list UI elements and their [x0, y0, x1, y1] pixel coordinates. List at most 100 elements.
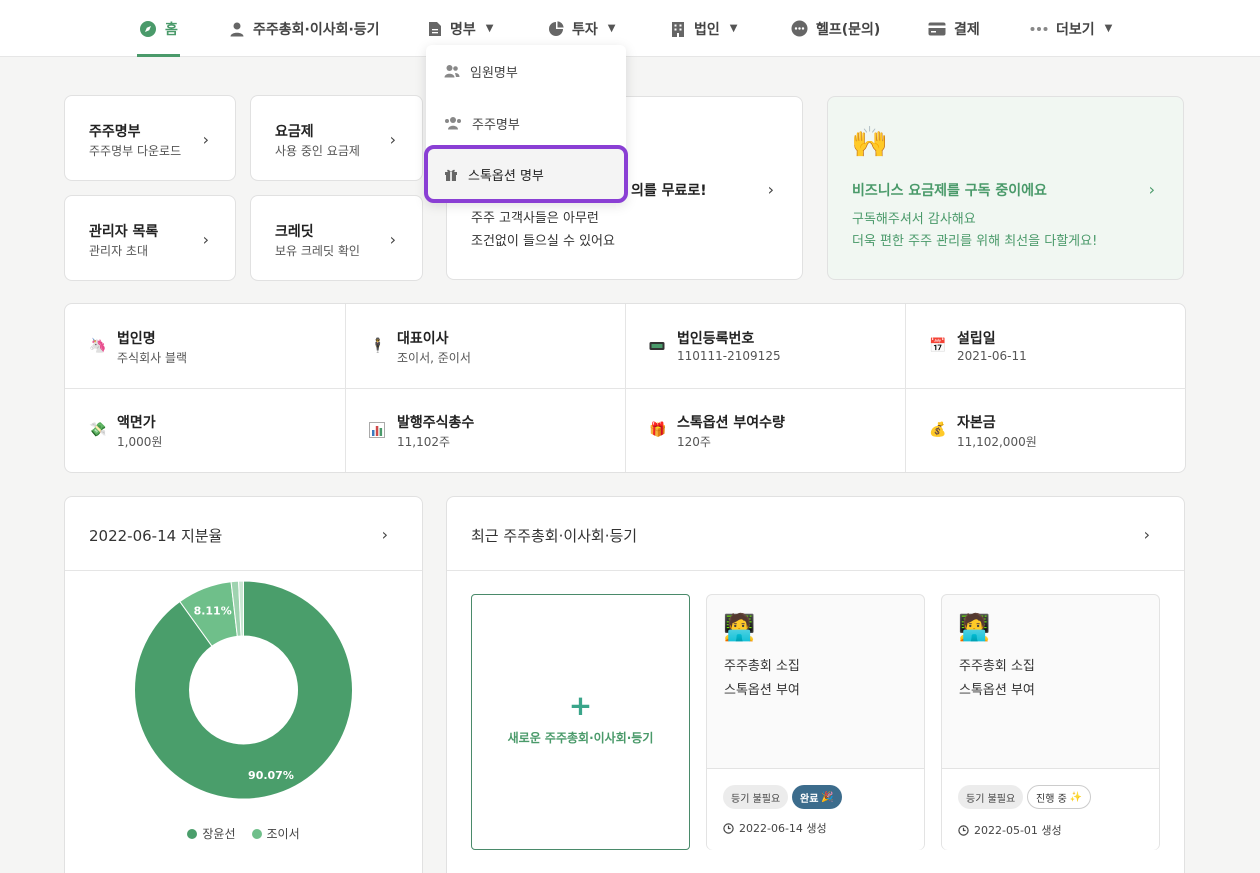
sparkles-icon: ✨ [1069, 791, 1083, 803]
info-company-name: 🦄 법인명 주식회사 블랙 [65, 304, 345, 388]
chat-icon [791, 20, 808, 37]
business-line-1: 구독해주셔서 감사해요 [852, 212, 976, 227]
new-meeting-button[interactable]: + 새로운 주주총회·이사회·등기 [471, 594, 690, 850]
meeting-date: 2022-06-14 생성 [723, 820, 827, 836]
gift-box-icon: 🎁 [649, 422, 667, 438]
status-badge-complete: 완료 🎉 [792, 785, 842, 809]
gift-icon [445, 169, 457, 181]
nav-investment-label: 투자 [572, 21, 598, 38]
quick-card-title: 요금제 [275, 124, 314, 140]
business-plan-card[interactable]: 🙌 비즈니스 요금제를 구독 중이에요 구독해주셔서 감사해요 더욱 편한 주주… [827, 96, 1184, 280]
quick-card-plan[interactable]: 요금제 사용 중인 요금제 › [250, 95, 423, 181]
quick-card-subtitle: 사용 중인 요금제 [275, 144, 360, 158]
chevron-down-icon: ▼ [1104, 23, 1113, 34]
legend-swatch [187, 828, 198, 839]
quick-card-subtitle: 관리자 초대 [89, 244, 149, 258]
person-icon [230, 22, 244, 36]
chevron-right-icon[interactable]: › [1144, 525, 1150, 544]
money-bag-icon: 💰 [929, 422, 947, 438]
chart-legend: 장윤선 조이서 [65, 825, 422, 842]
chevron-right-icon: › [202, 130, 209, 149]
info-stock-option-quantity: 🎁 스톡옵션 부여수량 120주 [625, 388, 905, 472]
info-value: 조이서, 준이서 [397, 351, 471, 365]
meeting-card[interactable]: 🧑‍💻 주주총회 소집 스톡옵션 부여 등기 불필요 진행 중 ✨ 2022-0… [941, 594, 1160, 850]
info-value: 11,102,000원 [957, 435, 1037, 449]
raising-hands-icon: 🙌 [851, 125, 889, 160]
nav-help[interactable]: 헬프(문의) [791, 0, 880, 57]
group-icon [445, 117, 461, 130]
pie-data-label: 90.07% [248, 769, 294, 782]
status-label: 완료 [800, 793, 819, 805]
nav-home[interactable]: 홈 [137, 0, 180, 57]
info-ceo: 🕴 대표이사 조이서, 준이서 [345, 304, 625, 388]
nav-more-label: 더보기 [1056, 21, 1095, 38]
info-label: 대표이사 [397, 331, 449, 347]
nav-payment[interactable]: 결제 [928, 0, 980, 57]
info-value: 2021-06-11 [957, 349, 1027, 363]
quick-card-registry[interactable]: 주주명부 주주명부 다운로드 › [64, 95, 236, 181]
legend-item: 장윤선 [187, 825, 236, 842]
meeting-line-1: 주주총회 소집 [724, 659, 800, 674]
chevron-right-icon: › [767, 180, 774, 199]
money-icon: 💸 [89, 422, 107, 438]
quick-card-credit[interactable]: 크레딧 보유 크레딧 확인 › [250, 195, 423, 281]
dropdown-item-officers[interactable]: 임원명부 [426, 47, 626, 95]
person-laptop-icon: 🧑‍💻 [723, 613, 756, 643]
legend-label: 조이서 [266, 827, 300, 841]
pie-chart-icon [549, 20, 564, 36]
nav-more[interactable]: 더보기 ▼ [1030, 0, 1112, 57]
quick-card-title: 관리자 목록 [89, 224, 159, 240]
info-label: 법인등록번호 [677, 331, 755, 347]
meeting-card-footer: 등기 불필요 완료 🎉 2022-06-14 생성 [707, 768, 924, 850]
chevron-right-icon: › [389, 230, 396, 249]
promo-line-1: 주주 고객사들은 아무런 [471, 211, 599, 226]
business-title: 비즈니스 요금제를 구독 중이에요 [852, 183, 1047, 199]
legend-label: 장윤선 [202, 827, 236, 841]
info-par-value: 💸 액면가 1,000원 [65, 388, 345, 472]
more-dots-icon [1030, 26, 1048, 31]
chevron-right-icon: › [1148, 180, 1155, 199]
nav-payment-label: 결제 [954, 21, 980, 38]
legend-item: 조이서 [251, 825, 300, 842]
plus-icon: + [568, 689, 593, 722]
nav-home-label: 홈 [165, 21, 178, 38]
nav-corporation[interactable]: 법인 ▼ [670, 0, 737, 57]
dropdown-item-shareholders[interactable]: 주주명부 [426, 99, 626, 147]
legend-swatch [251, 828, 262, 839]
top-navigation: 홈 주주총회·이사회·등기 명부 ▼ 투자 ▼ 법인 ▼ 헬프(문의) 결제 더… [0, 0, 1260, 57]
meeting-card[interactable]: 🧑‍💻 주주총회 소집 스톡옵션 부여 등기 불필요 완료 🎉 2022-06-… [706, 594, 925, 850]
info-label: 스톡옵션 부여수량 [677, 415, 785, 431]
id-card-icon [649, 342, 665, 350]
company-info-grid: 🦄 법인명 주식회사 블랙 🕴 대표이사 조이서, 준이서 법인등록번호 110… [64, 303, 1186, 473]
dropdown-item-stock-options[interactable]: 스톡옵션 명부 [424, 145, 628, 203]
chevron-right-icon: › [389, 130, 396, 149]
building-icon [672, 21, 684, 37]
meeting-date: 2022-05-01 생성 [958, 822, 1062, 838]
quick-card-subtitle: 보유 크레딧 확인 [275, 244, 360, 258]
document-icon [429, 21, 441, 36]
chevron-right-icon: › [202, 230, 209, 249]
info-value: 1,000원 [117, 435, 163, 449]
info-capital: 💰 자본금 11,102,000원 [905, 388, 1185, 472]
info-label: 액면가 [117, 415, 156, 431]
chevron-down-icon: ▼ [607, 23, 616, 34]
date-label: 2022-06-14 생성 [739, 822, 827, 835]
status-badge-in-progress: 진행 중 ✨ [1027, 785, 1092, 809]
meeting-card-footer: 등기 불필요 진행 중 ✨ 2022-05-01 생성 [942, 768, 1159, 850]
registration-status-badge: 등기 불필요 [723, 785, 789, 809]
info-label: 법인명 [117, 331, 156, 347]
clock-icon [723, 822, 734, 834]
info-value: 110111-2109125 [677, 349, 781, 363]
quick-card-admins[interactable]: 관리자 목록 관리자 초대 › [64, 195, 236, 281]
info-value: 주식회사 블랙 [117, 351, 188, 365]
meetings-title: 최근 주주총회·이사회·등기 [471, 527, 638, 545]
chevron-right-icon[interactable]: › [382, 525, 388, 544]
credit-card-icon [928, 22, 946, 35]
quick-card-title: 크레딧 [275, 224, 314, 240]
chevron-down-icon: ▼ [729, 23, 738, 34]
info-label: 자본금 [957, 415, 996, 431]
party-popper-icon: 🎉 [821, 791, 834, 803]
nav-meetings[interactable]: 주주총회·이사회·등기 [229, 0, 380, 57]
person-laptop-icon: 🧑‍💻 [958, 613, 991, 643]
dropdown-item-label: 임원명부 [470, 65, 518, 81]
